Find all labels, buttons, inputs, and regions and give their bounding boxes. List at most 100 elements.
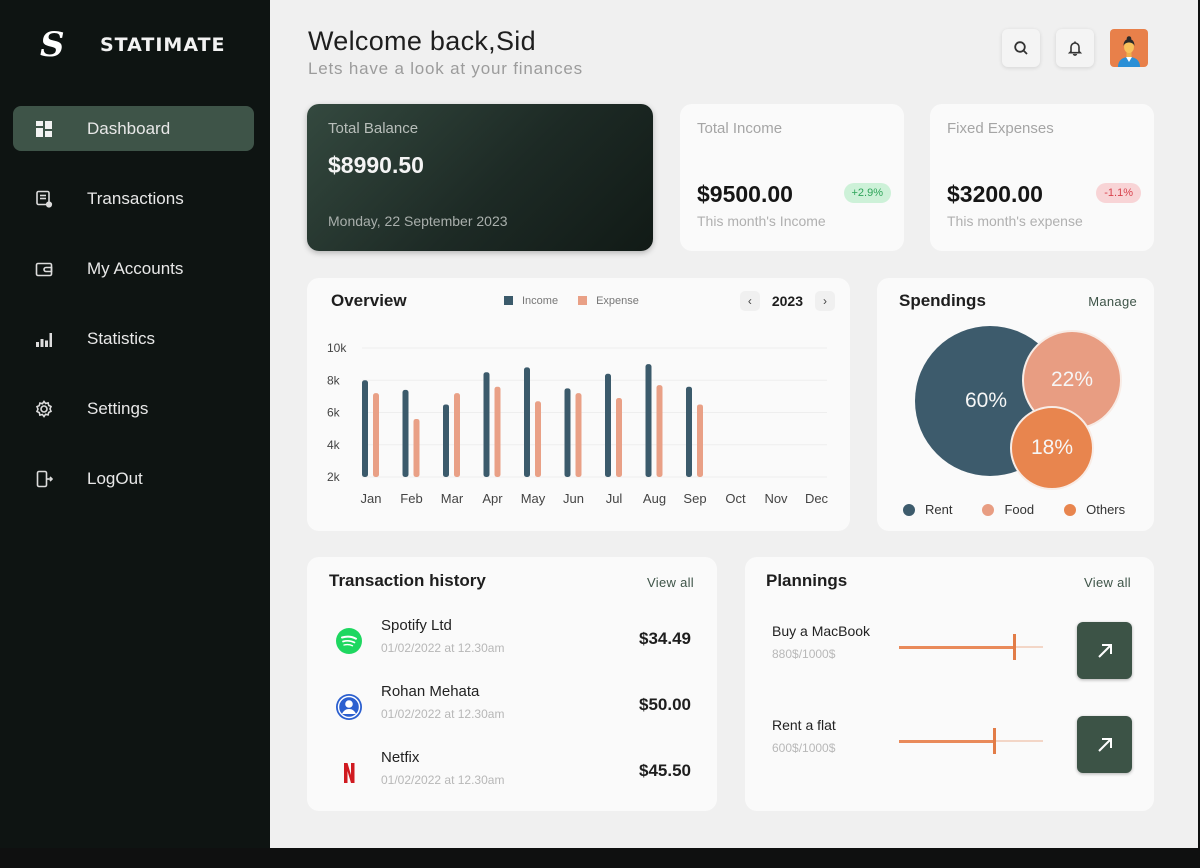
transaction-row[interactable]: Rohan Mehata 01/02/2022 at 12.30am $50.0… [335, 683, 691, 733]
user-avatar-icon [1118, 36, 1140, 67]
open-planning-button[interactable] [1077, 716, 1132, 773]
user-icon [335, 693, 363, 721]
transaction-amount: $34.49 [639, 629, 691, 648]
x-tick-label: Jan [361, 491, 382, 506]
transaction-name: Rohan Mehata [381, 683, 480, 700]
sidebar-item-label: LogOut [87, 468, 143, 488]
notifications-button[interactable] [1056, 29, 1094, 67]
netflix-icon [335, 759, 363, 787]
bar-income [402, 389, 409, 477]
legend-label-expense: Expense [596, 295, 639, 307]
bar-expense [373, 393, 379, 477]
transaction-row[interactable]: Netfix 01/02/2022 at 12.30am $45.50 [335, 749, 691, 799]
sidebar-item-settings[interactable]: Settings [13, 386, 254, 431]
sidebar-item-logout[interactable]: LogOut [13, 456, 254, 501]
planning-item: Rent a flat 600$/1000$ [772, 716, 1132, 777]
transaction-amount: $45.50 [639, 761, 691, 780]
planning-progress-thumb[interactable] [993, 728, 997, 754]
x-tick-label: Jun [563, 491, 584, 506]
total-income-card: Total Income $9500.00 +2.9% This month's… [680, 104, 904, 251]
sidebar: S STATIMATE Dashboard Transactions My Ac… [0, 0, 270, 848]
planning-name: Buy a MacBook [772, 623, 871, 639]
bar-income [645, 364, 652, 477]
y-tick-label: 8k [327, 373, 341, 387]
bar-income [686, 386, 692, 477]
prev-year-button[interactable]: ‹ [739, 291, 760, 311]
spotify-icon [335, 627, 363, 655]
income-label: Total Income [697, 120, 783, 137]
logo[interactable]: S STATIMATE [40, 28, 226, 62]
bar-expense [697, 404, 703, 477]
sidebar-item-statistics[interactable]: Statistics [13, 316, 254, 361]
balance-date: Monday, 22 September 2023 [328, 213, 508, 229]
bubble-others[interactable]: 18% [1010, 406, 1094, 490]
planning-progress-fill [899, 645, 1015, 649]
transaction-row[interactable]: Spotify Ltd 01/02/2022 at 12.30am $34.49 [335, 617, 691, 667]
view-all-transactions-link[interactable]: View all [647, 575, 694, 590]
legend-item-food[interactable]: Food [982, 502, 1034, 517]
spendings-title: Spendings [899, 291, 986, 310]
bar-income [362, 380, 368, 477]
bubble-label-others: 18% [1030, 436, 1074, 459]
legend-dot-others [1064, 504, 1077, 516]
legend-dot-food [982, 504, 995, 516]
expense-caption: This month's expense [947, 213, 1083, 229]
spendings-legend: Rent Food Others [903, 502, 1125, 517]
greeting: Welcome back,Sid Lets have a look at you… [308, 26, 583, 79]
view-all-plannings-link[interactable]: View all [1084, 575, 1131, 590]
bar-expense [413, 418, 420, 477]
next-year-button[interactable]: › [815, 291, 835, 311]
bar-expense [656, 385, 663, 477]
y-tick-label: 4k [327, 438, 341, 452]
legend-item-income[interactable]: Income [504, 295, 558, 307]
chevron-right-icon: › [823, 294, 827, 308]
bubble-label-rent: 60% [964, 389, 1008, 412]
legend-item-expense[interactable]: Expense [578, 295, 639, 307]
sidebar-item-transactions[interactable]: Transactions [13, 176, 254, 221]
x-tick-label: Feb [400, 491, 422, 506]
planning-name: Rent a flat [772, 717, 836, 733]
expense-label: Fixed Expenses [947, 120, 1054, 137]
bar-income [443, 404, 449, 477]
search-button[interactable] [1002, 29, 1040, 67]
x-tick-label: Dec [805, 491, 829, 506]
y-tick-label: 6k [327, 406, 341, 420]
legend-item-others[interactable]: Others [1064, 502, 1125, 517]
bar-expense [535, 401, 541, 477]
sidebar-item-label: My Accounts [87, 258, 184, 278]
planning-progress-fill [899, 739, 995, 743]
legend-swatch-income [504, 296, 513, 305]
chart-legend: Income Expense [504, 295, 639, 307]
sidebar-item-my-accounts[interactable]: My Accounts [13, 246, 254, 291]
receipt-icon [35, 190, 53, 208]
open-planning-button[interactable] [1077, 622, 1132, 679]
sidebar-item-dashboard[interactable]: Dashboard [13, 106, 254, 151]
sidebar-item-label: Dashboard [87, 118, 171, 138]
total-balance-card: Total Balance $8990.50 Monday, 22 Septem… [307, 104, 653, 251]
brand-name: STATIMATE [100, 34, 226, 56]
sidebar-item-label: Statistics [87, 328, 156, 348]
planning-progress-text: 600$/1000$ [772, 741, 836, 755]
page-subtitle: Lets have a look at your finances [308, 59, 583, 78]
fixed-expenses-card: Fixed Expenses $3200.00 -1.1% This month… [930, 104, 1154, 251]
search-icon [1014, 41, 1028, 55]
wallet-icon [35, 260, 53, 278]
sidebar-item-label: Settings [87, 398, 149, 418]
bubble-label-food: 22% [1050, 368, 1094, 391]
manage-link[interactable]: Manage [1088, 294, 1137, 309]
avatar[interactable] [1110, 29, 1148, 67]
legend-item-rent[interactable]: Rent [903, 502, 952, 517]
bar-expense [616, 397, 622, 477]
transaction-history-title: Transaction history [329, 571, 486, 590]
planning-progress-slider[interactable] [899, 728, 1043, 754]
year-value: 2023 [771, 293, 803, 309]
x-tick-label: Aug [643, 491, 666, 506]
expense-amount: $3200.00 [947, 181, 1043, 207]
bar-income [483, 372, 490, 477]
transaction-date: 01/02/2022 at 12.30am [381, 707, 505, 721]
bar-income [524, 367, 530, 477]
legend-dot-rent [903, 504, 915, 516]
overview-card: 2k 4k 6k 8k 10k Jan Feb Mar Apr May Jun Jul Aug Sep Oc… [307, 278, 850, 531]
planning-progress-thumb[interactable] [1013, 634, 1017, 660]
planning-progress-slider[interactable] [899, 634, 1043, 660]
